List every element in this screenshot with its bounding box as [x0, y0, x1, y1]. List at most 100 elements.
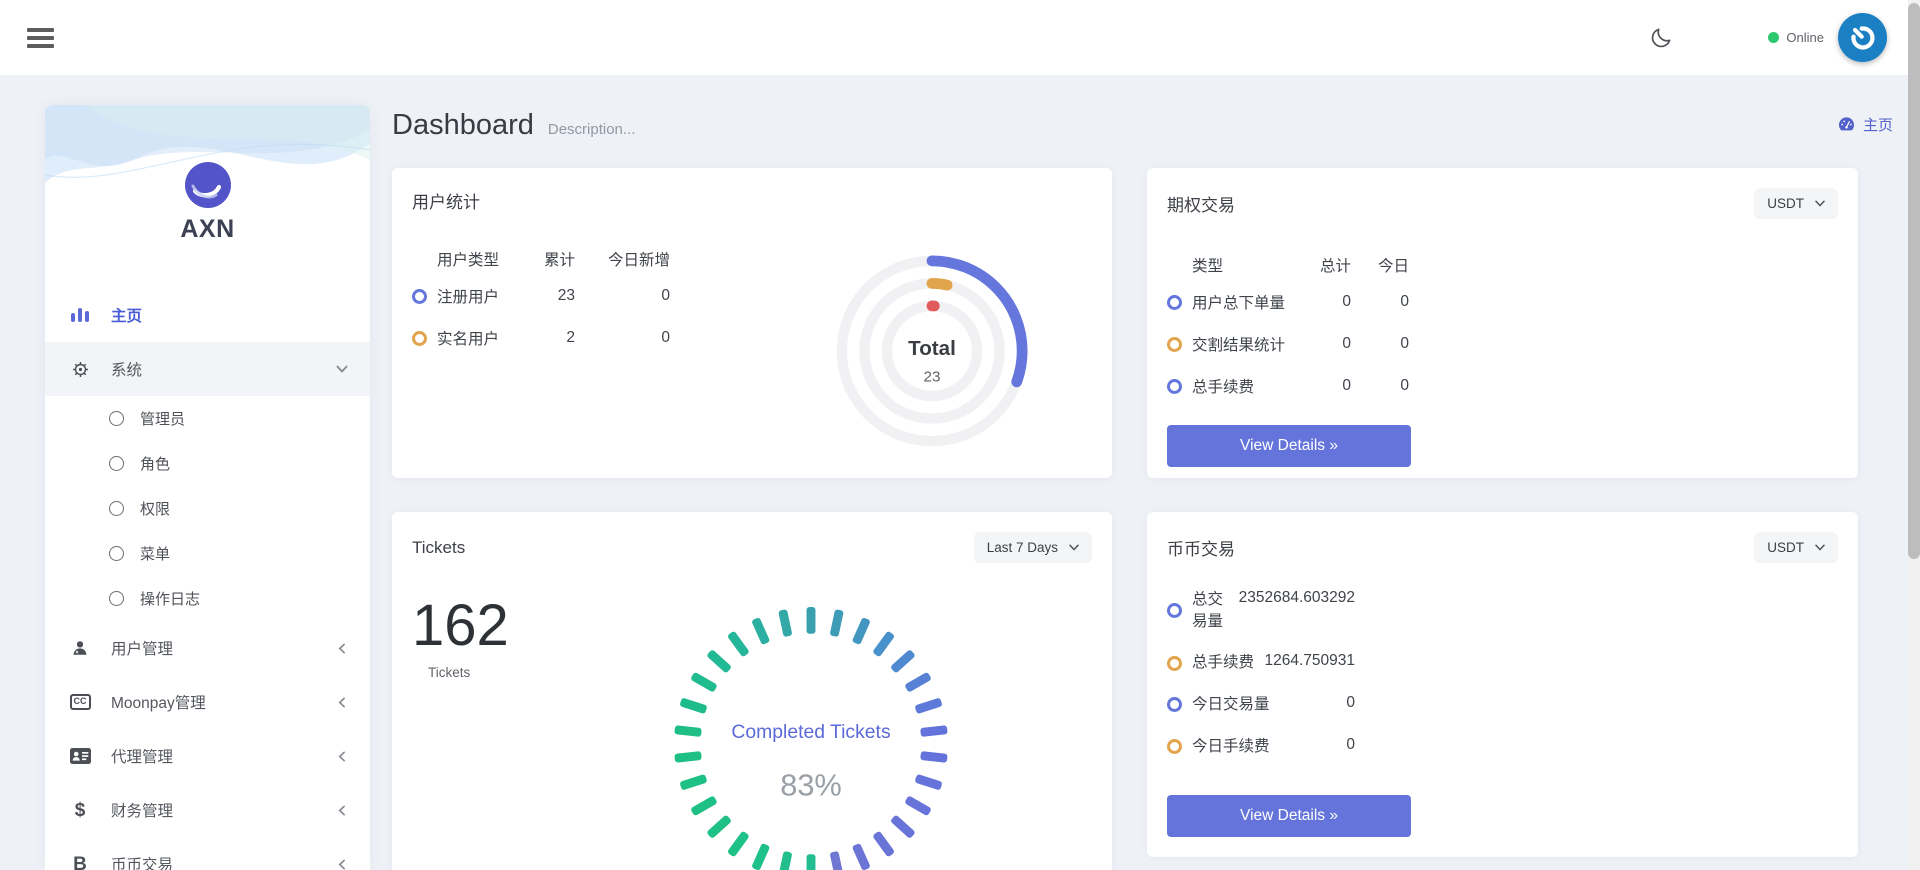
table-header: 类型总计今日 — [1167, 249, 1409, 281]
svg-text:Completed Tickets: Completed Tickets — [731, 721, 890, 743]
ring-icon — [1167, 295, 1182, 310]
sidebar-subitem[interactable]: 菜单 — [45, 531, 370, 576]
online-dot-icon — [1768, 32, 1779, 43]
chevron-down-icon — [336, 363, 348, 375]
sidebar-subitem-label: 权限 — [140, 498, 170, 519]
user-stats-row: 实名用户20 — [412, 317, 670, 359]
bitcoin-icon: B — [73, 855, 87, 870]
dollar-icon: $ — [75, 801, 86, 820]
options-trading-card: 期权交易 USDT 类型总计今日用户总下单量00交割结果统计00总手续费00 V… — [1147, 168, 1858, 478]
page-title: Dashboard — [392, 109, 534, 142]
scrollbar-thumb[interactable] — [1908, 3, 1920, 559]
sidebar-item-label: 代理管理 — [111, 745, 173, 767]
card-title: 币币交易 — [1167, 535, 1235, 560]
coin-stats-row: 总手续费1264.750931 — [1167, 652, 1355, 674]
table-header: 用户类型累计今日新增 — [412, 243, 670, 275]
ring-icon — [1167, 656, 1182, 671]
chevron-left-icon — [337, 643, 348, 654]
sidebar-subitem-label: 管理员 — [140, 408, 185, 429]
scrollbar-track[interactable] — [1908, 0, 1920, 870]
brand-area: AXN — [45, 105, 370, 265]
sidebar-menu: 主页系统管理员角色权限菜单操作日志用户管理 CC Moonpay管理代理管理 $ 财务管… — [45, 265, 370, 870]
dark-mode-toggle[interactable] — [1649, 26, 1673, 50]
svg-text:83%: 83% — [780, 768, 842, 803]
svg-text:23: 23 — [924, 368, 941, 385]
sidebar: AXN 主页系统管理员角色权限菜单操作日志用户管理 CC Moonpay管理代理管理… — [45, 105, 370, 870]
sidebar-item-label: 主页 — [111, 304, 142, 326]
hamburger-menu-icon[interactable] — [27, 28, 54, 48]
currency-value: USDT — [1767, 540, 1804, 555]
top-bar: Online — [0, 0, 1920, 75]
card-title: 期权交易 — [1167, 191, 1235, 216]
coin-trading-card: 币币交易 USDT 总交易量2352684.603292 总手续费1264.750… — [1147, 512, 1858, 857]
chevron-down-icon — [1069, 544, 1079, 551]
tickets-gauge-chart: Completed Tickets 83% — [672, 605, 950, 870]
card-title: Tickets — [412, 538, 465, 558]
user-avatar[interactable] — [1838, 13, 1887, 62]
user-stats-row: 注册用户230 — [412, 275, 670, 317]
options-stats-row: 用户总下单量00 — [1167, 281, 1409, 323]
sidebar-item-label: 财务管理 — [111, 799, 173, 821]
breadcrumb[interactable]: 主页 — [1837, 114, 1893, 135]
sidebar-item-label: 系统 — [111, 358, 142, 380]
power-logo-icon — [1841, 16, 1883, 58]
sidebar-item-1[interactable]: 系统 — [45, 342, 370, 396]
sidebar-subitem[interactable]: 权限 — [45, 486, 370, 531]
circle-icon — [109, 501, 124, 516]
sidebar-item-label: 币币交易 — [111, 853, 173, 870]
coin-stats-row: 总交易量2352684.603292 — [1167, 589, 1355, 632]
sidebar-item-0[interactable]: 主页 — [45, 288, 370, 342]
sidebar-subitem[interactable]: 操作日志 — [45, 576, 370, 621]
ring-icon — [1167, 337, 1182, 352]
user-icon — [71, 639, 89, 657]
sidebar-item-4[interactable]: 代理管理 — [45, 729, 370, 783]
options-stats-row: 总手续费00 — [1167, 365, 1409, 407]
brand-logo — [185, 162, 231, 213]
user-stats-radial-chart: Total23 — [834, 253, 1030, 454]
sidebar-item-6[interactable]: B 币币交易 — [45, 837, 370, 870]
view-details-button[interactable]: View Details » — [1167, 425, 1411, 467]
user-stats-table: 用户类型累计今日新增注册用户230实名用户20 — [412, 243, 670, 454]
options-stats-row: 交割结果统计00 — [1167, 323, 1409, 365]
sidebar-subitem-label: 角色 — [140, 453, 170, 474]
sidebar-subitem[interactable]: 管理员 — [45, 396, 370, 441]
bar-chart-icon — [70, 307, 90, 324]
coin-stats-row: 今日交易量0 — [1167, 694, 1355, 716]
tickets-card: Tickets Last 7 Days 162 Tickets Complete… — [392, 512, 1112, 870]
page-description: Description... — [548, 121, 636, 138]
online-label: Online — [1786, 30, 1824, 45]
sidebar-item-5[interactable]: $ 财务管理 — [45, 783, 370, 837]
sidebar-item-label: 用户管理 — [111, 637, 173, 659]
chevron-left-icon — [337, 805, 348, 816]
tickets-count: 162 — [412, 597, 612, 655]
currency-select[interactable]: USDT — [1754, 188, 1838, 219]
sidebar-item-2[interactable]: 用户管理 — [45, 621, 370, 675]
brand-name: AXN — [45, 215, 370, 244]
speedometer-icon — [1837, 115, 1856, 134]
circle-icon — [109, 591, 124, 606]
sidebar-item-3[interactable]: CC Moonpay管理 — [45, 675, 370, 729]
status-indicator: Online — [1768, 30, 1824, 45]
currency-value: USDT — [1767, 196, 1804, 211]
sidebar-subitem[interactable]: 角色 — [45, 441, 370, 486]
circle-icon — [109, 411, 124, 426]
range-value: Last 7 Days — [987, 540, 1058, 555]
ring-icon — [1167, 697, 1182, 712]
cc-icon: CC — [70, 694, 91, 710]
main-content: Dashboard Description... 主页 用户统计 — [370, 105, 1920, 870]
ring-icon — [1167, 379, 1182, 394]
view-details-button[interactable]: View Details » — [1167, 795, 1411, 837]
id-card-icon — [70, 748, 91, 764]
range-select[interactable]: Last 7 Days — [974, 532, 1092, 563]
sidebar-subitem-label: 操作日志 — [140, 588, 200, 609]
breadcrumb-label: 主页 — [1863, 114, 1893, 135]
circle-icon — [109, 456, 124, 471]
chevron-down-icon — [1815, 200, 1825, 207]
chevron-down-icon — [1815, 544, 1825, 551]
currency-select[interactable]: USDT — [1754, 532, 1838, 563]
circle-icon — [109, 546, 124, 561]
coin-stats-row: 今日手续费0 — [1167, 736, 1355, 758]
user-stats-card: 用户统计 用户类型累计今日新增注册用户230实名用户20 Total23 — [392, 168, 1112, 478]
sidebar-item-label: Moonpay管理 — [111, 691, 206, 713]
ring-icon — [1167, 739, 1182, 754]
